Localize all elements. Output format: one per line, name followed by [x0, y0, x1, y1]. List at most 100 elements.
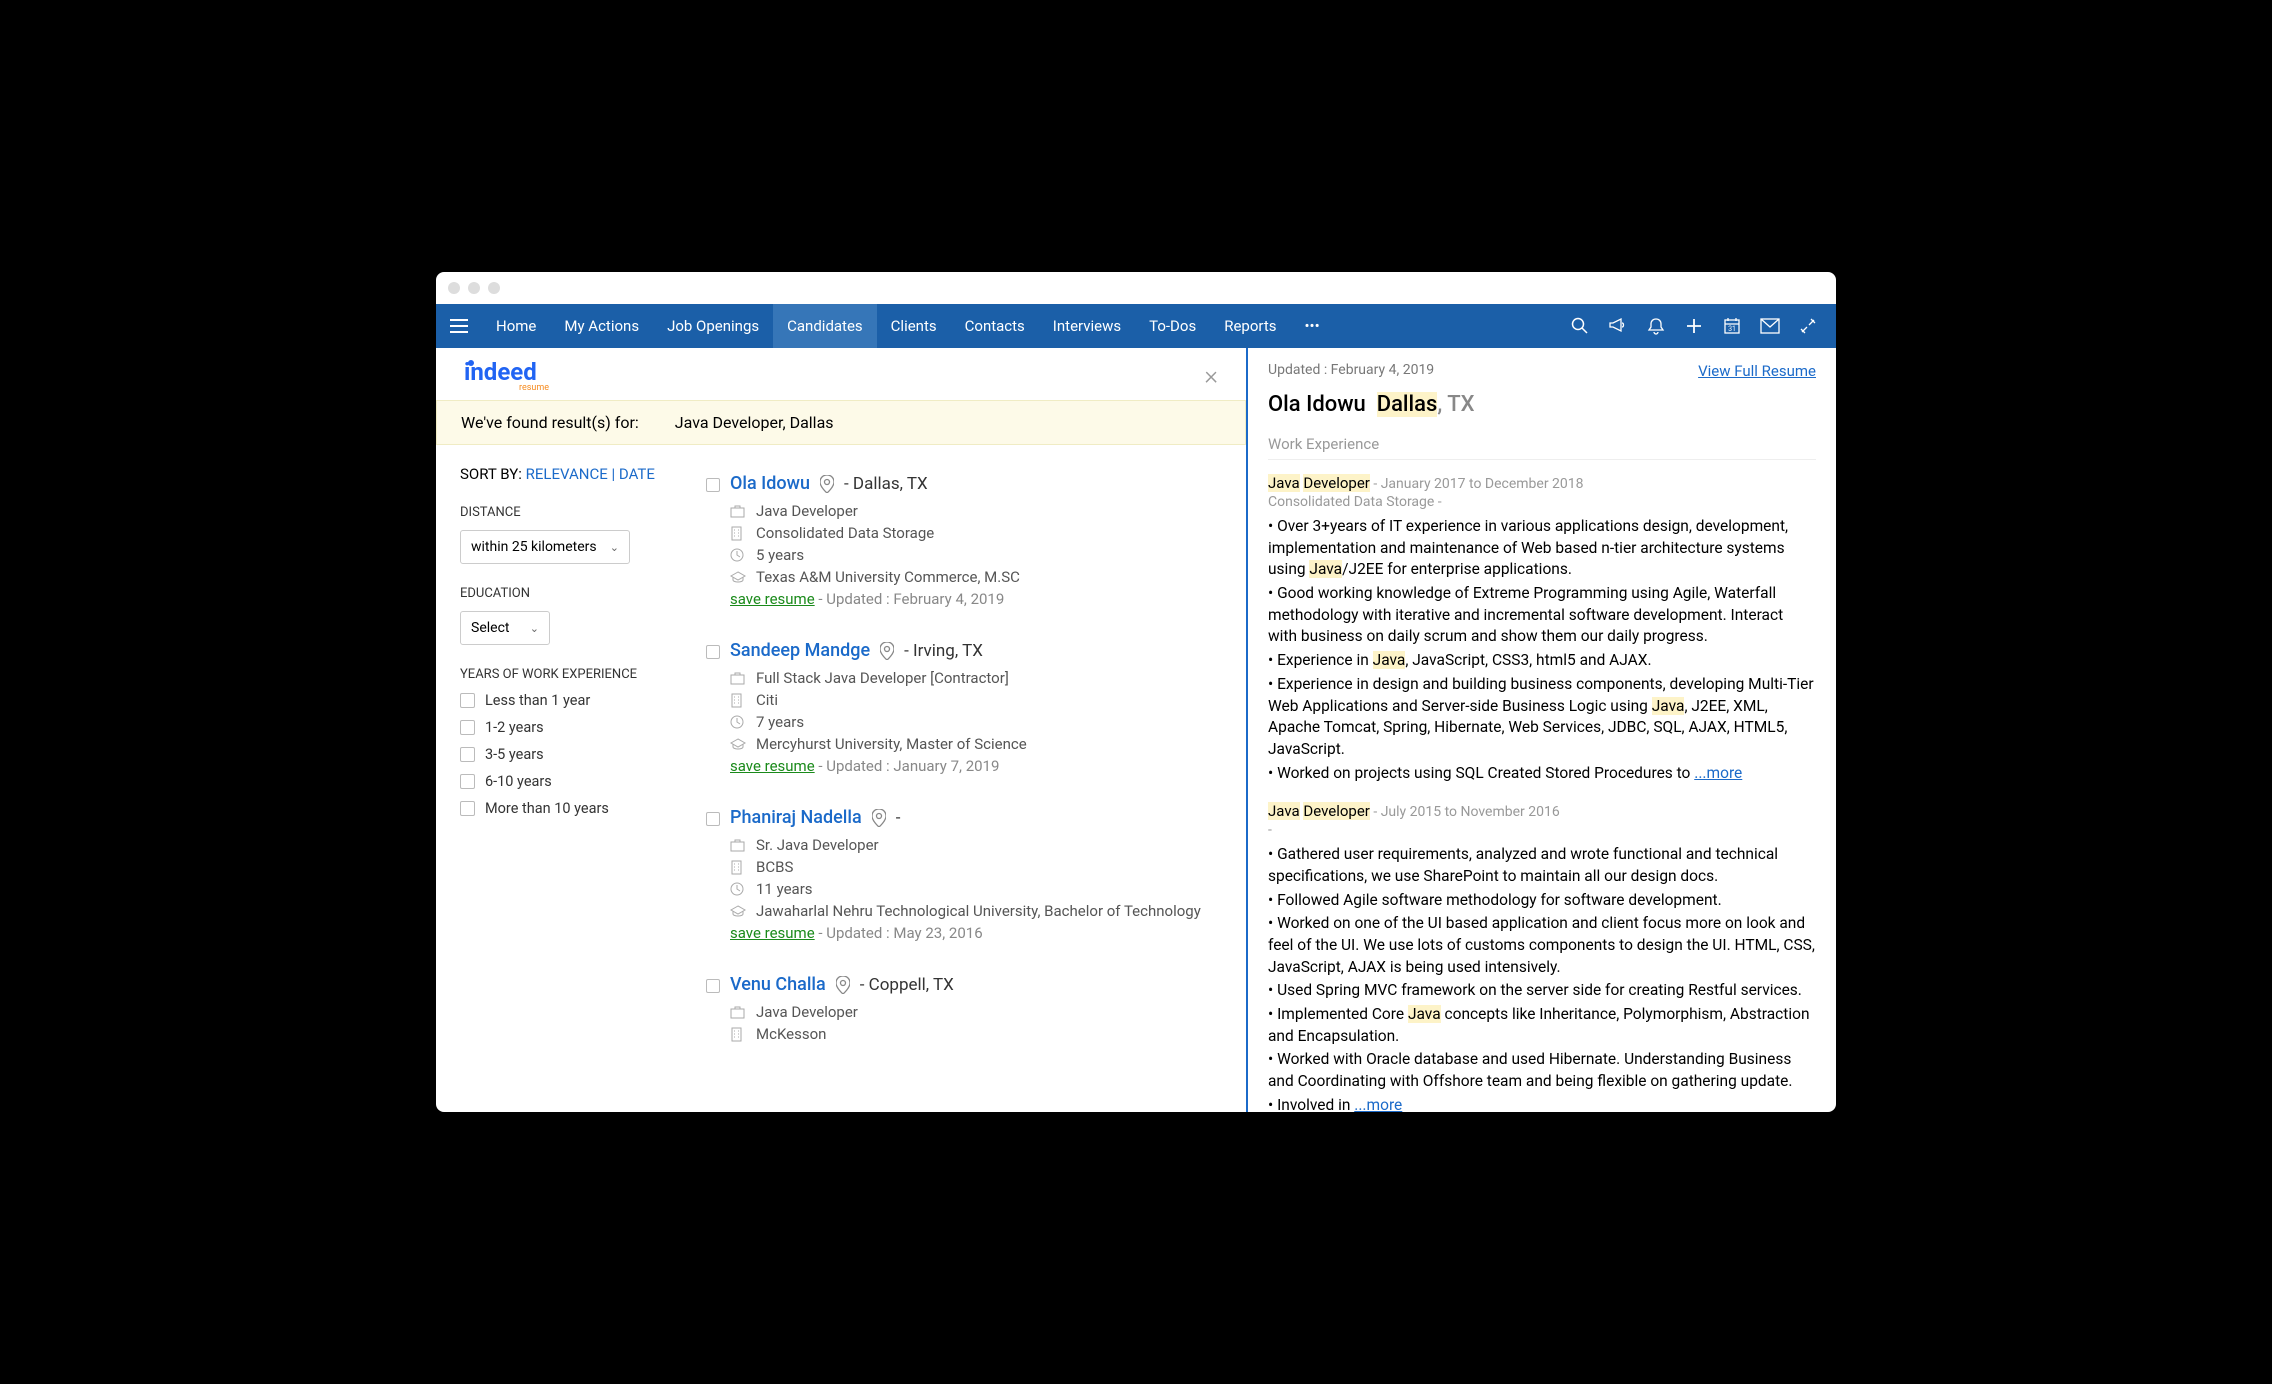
result-name[interactable]: Sandeep Mandge	[730, 640, 870, 661]
result-item[interactable]: Phaniraj Nadella -Sr. Java DeveloperBCBS…	[706, 797, 1236, 964]
result-item[interactable]: Ola Idowu - Dallas, TXJava DeveloperCons…	[706, 463, 1236, 630]
option-label: 6-10 years	[485, 773, 552, 790]
menu-icon[interactable]	[436, 319, 482, 333]
nav-home[interactable]: Home	[482, 304, 550, 348]
save-resume-link[interactable]: save resume	[730, 757, 815, 775]
svg-text:resume: resume	[519, 383, 549, 393]
result-title: Java Developer	[756, 1003, 858, 1021]
result-item[interactable]: Venu Challa - Coppell, TXJava DeveloperM…	[706, 964, 1236, 1069]
megaphone-icon[interactable]	[1608, 316, 1628, 336]
checkbox[interactable]	[460, 774, 475, 789]
bullet: • Over 3+years of IT experience in vario…	[1268, 516, 1816, 581]
result-location: - Dallas, TX	[844, 474, 928, 494]
bullet: • Good working knowledge of Extreme Prog…	[1268, 583, 1816, 648]
chevron-down-icon: ⌄	[610, 541, 619, 554]
bell-icon[interactable]	[1646, 316, 1666, 336]
results-label: We've found result(s) for:	[461, 413, 639, 432]
experience-option[interactable]: 3-5 years	[460, 746, 682, 763]
result-checkbox[interactable]	[706, 478, 720, 492]
nav-job-openings[interactable]: Job Openings	[653, 304, 773, 348]
view-full-resume[interactable]: View Full Resume	[1698, 362, 1816, 380]
results-bar: We've found result(s) for: Java Develope…	[436, 400, 1246, 445]
results-query: Java Developer, Dallas	[675, 413, 834, 432]
bullet: • Followed Agile software methodology fo…	[1268, 890, 1816, 912]
checkbox[interactable]	[460, 720, 475, 735]
filters-panel: SORT BY: RELEVANCE | DATE DISTANCE withi…	[436, 455, 706, 1112]
distance-select[interactable]: within 25 kilometers ⌄	[460, 530, 630, 564]
bullet: • Worked with Oracle database and used H…	[1268, 1049, 1816, 1092]
graduation-icon	[730, 571, 746, 583]
result-checkbox[interactable]	[706, 979, 720, 993]
tools-icon[interactable]	[1798, 316, 1818, 336]
result-checkbox[interactable]	[706, 645, 720, 659]
mail-icon[interactable]	[1760, 316, 1780, 336]
save-resume-link[interactable]: save resume	[730, 924, 815, 942]
experience-option[interactable]: 6-10 years	[460, 773, 682, 790]
nav-candidates[interactable]: Candidates	[773, 304, 877, 348]
building-icon	[730, 1027, 746, 1042]
result-years: 5 years	[756, 546, 804, 564]
clock-icon	[730, 548, 746, 562]
plus-icon[interactable]	[1684, 316, 1704, 336]
education-select[interactable]: Select ⌄	[460, 611, 550, 645]
job-title: Java Developer - July 2015 to November 2…	[1268, 802, 1816, 820]
distance-label: DISTANCE	[460, 505, 682, 520]
titlebar	[436, 272, 1836, 304]
nav-contacts[interactable]: Contacts	[951, 304, 1039, 348]
window-dot[interactable]	[488, 282, 500, 294]
more-link[interactable]: ...more	[1694, 764, 1742, 782]
close-icon[interactable]: ×	[1204, 361, 1218, 391]
bullet: • Worked on one of the UI based applicat…	[1268, 913, 1816, 978]
distance-value: within 25 kilometers	[471, 539, 597, 555]
result-name[interactable]: Venu Challa	[730, 974, 826, 995]
detail-updated: Updated : February 4, 2019	[1268, 362, 1434, 380]
pin-icon	[880, 642, 894, 660]
bullet: • Used Spring MVC framework on the serve…	[1268, 980, 1816, 1002]
option-label: Less than 1 year	[485, 692, 590, 709]
experience-option[interactable]: 1-2 years	[460, 719, 682, 736]
education-value: Select	[471, 620, 509, 636]
nav-more[interactable]: •••	[1290, 317, 1333, 335]
sort-label: SORT BY:	[460, 465, 522, 483]
result-name[interactable]: Ola Idowu	[730, 473, 810, 494]
nav-my-actions[interactable]: My Actions	[550, 304, 653, 348]
result-name[interactable]: Phaniraj Nadella	[730, 807, 862, 828]
window-dot[interactable]	[468, 282, 480, 294]
job-block: Java Developer - January 2017 to Decembe…	[1268, 474, 1816, 784]
resume-detail: Updated : February 4, 2019 View Full Res…	[1246, 348, 1836, 1112]
nav-reports[interactable]: Reports	[1210, 304, 1290, 348]
search-icon[interactable]	[1570, 316, 1590, 336]
result-item[interactable]: Sandeep Mandge - Irving, TXFull Stack Ja…	[706, 630, 1236, 797]
experience-option[interactable]: Less than 1 year	[460, 692, 682, 709]
nav-clients[interactable]: Clients	[877, 304, 951, 348]
building-icon	[730, 860, 746, 875]
nav-to-dos[interactable]: To-Dos	[1135, 304, 1210, 348]
sort-relevance[interactable]: RELEVANCE	[526, 465, 608, 483]
result-education: Jawaharlal Nehru Technological Universit…	[756, 902, 1201, 920]
nav-interviews[interactable]: Interviews	[1039, 304, 1135, 348]
option-label: More than 10 years	[485, 800, 609, 817]
save-resume-link[interactable]: save resume	[730, 590, 815, 608]
result-years: 7 years	[756, 713, 804, 731]
result-company: BCBS	[756, 858, 793, 876]
more-link[interactable]: ...more	[1354, 1096, 1402, 1112]
checkbox[interactable]	[460, 693, 475, 708]
briefcase-icon	[730, 505, 746, 518]
result-education: Texas A&M University Commerce, M.SC	[756, 568, 1020, 586]
option-label: 1-2 years	[485, 719, 544, 736]
window-dot[interactable]	[448, 282, 460, 294]
result-location: - Irving, TX	[904, 641, 983, 661]
experience-option[interactable]: More than 10 years	[460, 800, 682, 817]
education-label: EDUCATION	[460, 586, 682, 601]
calendar-icon[interactable]: 31	[1722, 316, 1742, 336]
checkbox[interactable]	[460, 801, 475, 816]
job-title: Java Developer - January 2017 to Decembe…	[1268, 474, 1816, 492]
sort-date[interactable]: DATE	[619, 465, 655, 483]
graduation-icon	[730, 738, 746, 750]
job-block: Java Developer - July 2015 to November 2…	[1268, 802, 1816, 1112]
result-updated: - Updated : February 4, 2019	[815, 590, 1005, 608]
job-company: -	[1268, 822, 1816, 838]
checkbox[interactable]	[460, 747, 475, 762]
result-checkbox[interactable]	[706, 812, 720, 826]
result-years: 11 years	[756, 880, 813, 898]
